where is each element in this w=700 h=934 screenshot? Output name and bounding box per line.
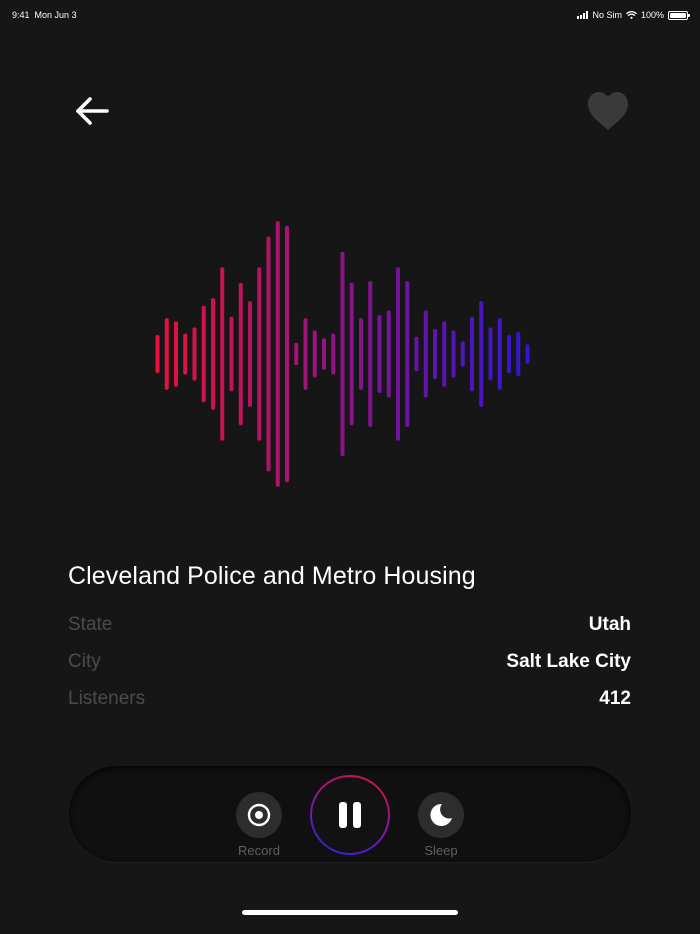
heart-icon [588, 92, 628, 130]
station-title: Cleveland Police and Metro Housing [68, 562, 476, 590]
pause-icon [339, 802, 361, 828]
back-button[interactable] [70, 90, 114, 134]
detail-label: City [68, 651, 101, 672]
pause-button-inner [312, 777, 388, 853]
home-indicator[interactable] [242, 910, 458, 915]
arrow-left-icon [76, 97, 109, 125]
wifi-icon [625, 11, 637, 19]
detail-value: 412 [599, 688, 631, 709]
detail-label: State [68, 614, 113, 635]
playback-controls: Record Sleep [69, 766, 631, 862]
detail-value: Utah [588, 614, 631, 635]
status-bar: 9:41 Mon Jun 3 No Sim 100% [0, 0, 700, 30]
detail-row-state: State Utah [68, 614, 631, 644]
moon-icon [430, 803, 452, 826]
battery-icon [668, 10, 690, 20]
record-button[interactable] [236, 792, 282, 838]
signal-icon [577, 11, 589, 19]
favorite-button[interactable] [585, 90, 631, 132]
audio-waveform [155, 221, 530, 487]
record-label: Record [238, 843, 280, 858]
status-time: 9:41 [12, 10, 30, 20]
detail-row-listeners: Listeners 412 [68, 688, 631, 718]
status-indicators: No Sim 100% [577, 10, 690, 20]
sleep-button[interactable] [418, 792, 464, 838]
carrier-label: No Sim [592, 10, 622, 20]
detail-label: Listeners [68, 688, 146, 709]
pause-button[interactable] [310, 775, 390, 855]
status-time-date: 9:41 Mon Jun 3 [12, 10, 77, 20]
detail-row-city: City Salt Lake City [68, 651, 631, 681]
status-date: Mon Jun 3 [34, 10, 77, 20]
battery-percent: 100% [640, 10, 664, 20]
record-icon [247, 803, 271, 827]
sleep-label: Sleep [424, 843, 458, 858]
detail-value: Salt Lake City [506, 651, 631, 672]
